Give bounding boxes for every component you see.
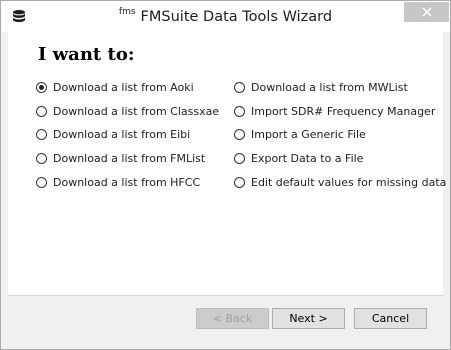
close-icon (422, 7, 431, 17)
title-bar: fms FMSuite Data Tools Wizard (1, 1, 450, 32)
option-label: Download a list from HFCC (53, 175, 201, 189)
radio-import-generic[interactable] (234, 128, 245, 140)
radio-fmlist[interactable] (36, 152, 47, 164)
close-button[interactable] (404, 2, 449, 22)
option-label: Download a list from Eibi (53, 127, 191, 141)
option-mwlist[interactable]: Download a list from MWList (234, 79, 408, 95)
option-edit-defaults[interactable]: Edit default values for missing data (234, 174, 446, 190)
option-label: Download a list from FMList (53, 151, 206, 165)
option-label: Edit default values for missing data (251, 175, 447, 189)
radio-export[interactable] (234, 152, 245, 164)
title-text: FMSuite Data Tools Wizard (140, 8, 333, 25)
title-prefix: fms (118, 6, 136, 17)
option-label: Export Data to a File (251, 151, 364, 165)
option-export[interactable]: Export Data to a File (234, 150, 363, 166)
radio-classxae[interactable] (36, 105, 47, 117)
page-heading: I want to: (38, 44, 135, 65)
option-classxae[interactable]: Download a list from Classxae (36, 103, 219, 119)
cancel-button[interactable]: Cancel (354, 308, 427, 329)
option-import-sdr[interactable]: Import SDR# Frequency Manager (234, 103, 435, 119)
option-label: Download a list from Classxae (53, 104, 220, 118)
option-eibi[interactable]: Download a list from Eibi (36, 126, 190, 142)
radio-eibi[interactable] (36, 128, 47, 140)
option-label: Import a Generic File (251, 127, 366, 141)
wizard-content: I want to: Download a list from Aoki Dow… (8, 32, 446, 296)
option-label: Download a list from Aoki (53, 80, 194, 94)
option-label: Import SDR# Frequency Manager (251, 104, 436, 118)
wizard-window: fms FMSuite Data Tools Wizard I want to:… (0, 0, 451, 350)
option-fmlist[interactable]: Download a list from FMList (36, 150, 205, 166)
radio-hfcc[interactable] (36, 176, 47, 188)
radio-mwlist[interactable] (234, 81, 245, 93)
option-hfcc[interactable]: Download a list from HFCC (36, 174, 200, 190)
back-button[interactable]: < Back (196, 308, 269, 329)
option-label: Download a list from MWList (251, 80, 408, 94)
radio-import-sdr[interactable] (234, 105, 245, 117)
option-aoki[interactable]: Download a list from Aoki (36, 79, 194, 95)
option-import-generic[interactable]: Import a Generic File (234, 126, 366, 142)
radio-edit-defaults[interactable] (234, 176, 245, 188)
window-title: fms FMSuite Data Tools Wizard (1, 1, 450, 32)
radio-aoki[interactable] (36, 81, 47, 93)
next-button[interactable]: Next > (272, 308, 345, 329)
